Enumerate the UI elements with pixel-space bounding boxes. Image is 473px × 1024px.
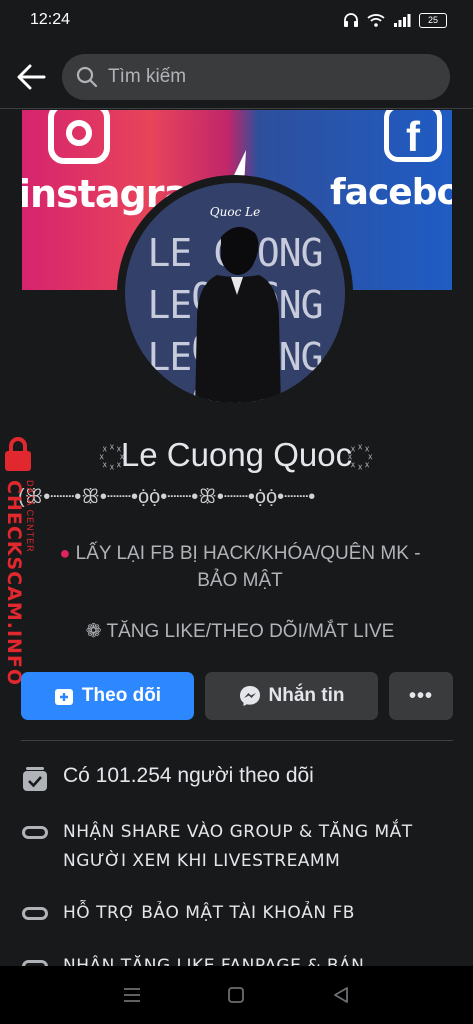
info-item-text: HỖ TRỢ BẢO MẬT TÀI KHOẢN FB [63,903,355,923]
watermark-text: CHECKSCAM.INFO [3,480,25,687]
profile-name-decoration: (ꕥ•┈┈•ꕥ•┈┈•ọ̇ọ̇•┈┈•ꕥ•┈┈•ọ̇ọ̇•┈┈• [18,486,316,508]
profile-bio: ● LẤY LẠI FB BỊ HACK/KHÓA/QUÊN MK - BẢO … [40,540,440,594]
followers-box-icon [23,767,47,791]
info-item-text: NHẬN SHARE VÀO GROUP & TĂNG MẮT NGƯỜI XE… [63,822,413,871]
followers-count: Có 101.254 người theo dõi [63,764,314,787]
profile-name: Le Cuong Quoc [120,436,353,473]
back-button[interactable] [0,49,62,105]
wifi-icon [367,14,385,27]
more-options-icon: ••• [408,684,433,707]
name-decoration-left: ꙰꙰꙰꙰ [111,443,113,468]
bio-line-1: LẤY LẠI FB BỊ HACK/KHÓA/QUÊN MK - BẢO MẬ… [75,543,421,591]
search-input[interactable] [106,65,410,89]
arrow-left-icon [17,64,46,90]
lock-icon [5,437,31,471]
home-icon[interactable] [227,986,245,1004]
search-box[interactable] [62,54,450,100]
headphones-icon [344,13,358,27]
avatar: Quoc Le LE CUONG QUOC LE CUONG QUOC LE C… [125,183,345,403]
status-icons: 25 [343,12,447,28]
back-triangle-icon[interactable] [332,986,350,1004]
pill-icon [21,818,49,847]
followers-icon [21,764,49,794]
follow-icon [54,689,73,705]
system-nav-bar [0,966,473,1024]
message-label: Nhắn tin [268,685,345,706]
status-bar: 12:24 25 [0,0,473,40]
battery-icon: 25 [419,12,447,28]
menu-icon[interactable] [123,987,141,1003]
info-followers: Có 101.254 người theo dõi [21,764,461,794]
person-silhouette-icon [195,226,281,403]
pill-icon [21,899,49,928]
top-bar [0,48,473,106]
section-divider [21,740,453,741]
name-decoration-right: ꙰꙰꙰꙰ [360,443,362,468]
action-buttons: Theo dõi Nhắn tin ••• [21,672,453,720]
avatar-signature: Quoc Le [209,205,261,219]
follow-button[interactable]: Theo dõi [21,672,194,720]
search-icon [76,66,98,88]
balloon-icon: ● [59,543,71,563]
profile-name-row: ꙰꙰꙰꙰ Le Cuong Quoc ꙰꙰꙰꙰ [0,430,473,480]
status-time: 12:24 [30,11,71,28]
top-divider [0,108,473,109]
messenger-icon [239,686,260,706]
message-button[interactable]: Nhắn tin [205,672,378,720]
instagram-logo-icon [48,110,110,164]
follow-label: Theo dõi [81,685,162,706]
signal-icon [394,14,411,27]
info-item: HỖ TRỢ BẢO MẬT TÀI KHOẢN FB [21,899,461,928]
cover-facebook-text: facebo [330,172,452,213]
more-options-button[interactable]: ••• [389,672,453,720]
bio-line-2: ❁ TĂNG LIKE/THEO DÕI/MẮT LIVE [85,621,395,642]
watermark-subtext: DATA CENTER [25,480,35,553]
info-item: NHẬN SHARE VÀO GROUP & TĂNG MẮT NGƯỜI XE… [21,818,461,876]
profile-picture[interactable]: Quoc Le LE CUONG QUOC LE CUONG QUOC LE C… [117,175,353,411]
facebook-logo-icon: f [384,110,442,162]
watermark: CHECKSCAM.INFO DATA CENTER [3,436,35,686]
